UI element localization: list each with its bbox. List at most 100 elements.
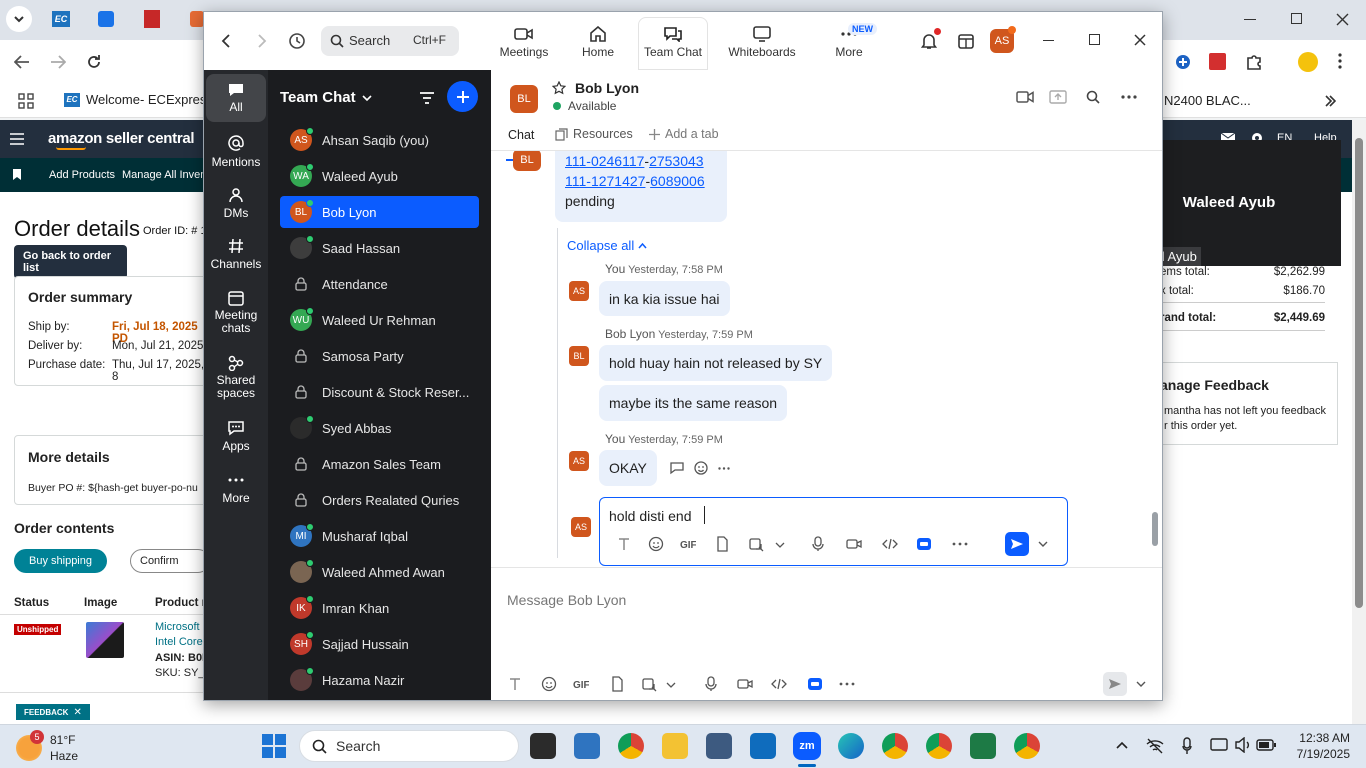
zoom-search-bar[interactable]: Search Ctrl+F: [321, 26, 459, 56]
rail-meeting-chats[interactable]: Meeting chats: [206, 290, 266, 335]
microphone-icon[interactable]: [703, 676, 719, 692]
message-bubble[interactable]: in ka kia issue hai: [599, 281, 730, 316]
screenshot-icon[interactable]: [748, 536, 764, 552]
network-off-icon[interactable]: [1146, 738, 1164, 754]
add-products-link[interactable]: Add Products: [49, 169, 115, 181]
thread-reply-input[interactable]: hold disti end: [609, 508, 695, 524]
dh-tab-icon[interactable]: [144, 10, 160, 28]
rail-channels[interactable]: Channels: [206, 238, 266, 271]
star-icon[interactable]: [552, 81, 566, 95]
shopify-tab-icon[interactable]: [190, 11, 204, 27]
battery-icon[interactable]: [1256, 739, 1276, 751]
pdf-extension-icon[interactable]: [1209, 53, 1226, 70]
message-bubble[interactable]: hold huay hain not released by SY: [599, 345, 833, 381]
video-message-icon[interactable]: [846, 536, 862, 552]
microphone-icon[interactable]: [1182, 737, 1192, 755]
tab-search-button[interactable]: [6, 6, 32, 32]
send-button[interactable]: [1103, 672, 1127, 696]
amazon-logo[interactable]: amazon seller central: [48, 130, 195, 147]
chat-list-item[interactable]: BL Bob Lyon: [280, 196, 479, 228]
video-call-icon[interactable]: [1016, 90, 1034, 104]
chat-list-item[interactable]: Samosa Party: [280, 340, 479, 372]
tab-home[interactable]: Home: [572, 12, 624, 70]
chat-scrollbar-thumb[interactable]: [1152, 512, 1158, 546]
edge-icon[interactable]: [838, 733, 864, 759]
page-scrollbar[interactable]: [1352, 120, 1366, 724]
thread-reply-box[interactable]: hold disti end GIF: [599, 497, 1068, 566]
send-options-icon[interactable]: [1136, 680, 1146, 688]
kebab-menu-icon[interactable]: [1338, 53, 1342, 69]
chat-list-item[interactable]: Saad Hassan: [280, 232, 479, 264]
profile-avatar[interactable]: [1298, 52, 1318, 72]
speaker-icon[interactable]: [1234, 737, 1252, 753]
apps-grid-icon[interactable]: [18, 93, 34, 109]
forward-arrow-icon[interactable]: [258, 34, 267, 48]
back-arrow-icon[interactable]: [221, 34, 230, 48]
file-explorer-icon[interactable]: [662, 733, 688, 759]
chat-list-item[interactable]: Discount & Stock Reser...: [280, 376, 479, 408]
confirm-shipment-button[interactable]: Confirm shipm: [130, 549, 210, 573]
chat-list-item[interactable]: Orders Realated Quries: [280, 484, 479, 516]
search-icon[interactable]: [1086, 90, 1100, 104]
more-bookmarks-icon[interactable]: [1324, 95, 1336, 107]
back-to-orders-button[interactable]: Go back to order list: [14, 245, 127, 279]
chevron-down-icon[interactable]: [663, 676, 679, 692]
zoom-app-icon[interactable]: [916, 536, 932, 552]
reload-icon[interactable]: [86, 54, 102, 70]
hamburger-menu-icon[interactable]: [10, 133, 24, 145]
rail-mentions[interactable]: Mentions: [206, 134, 266, 169]
back-arrow-icon[interactable]: [14, 55, 30, 69]
screenshot-icon[interactable]: [641, 676, 657, 692]
order-link-1a[interactable]: 111-0246117: [565, 153, 644, 169]
minimize-icon[interactable]: [1043, 40, 1054, 42]
list-header[interactable]: Team Chat: [280, 89, 372, 106]
file-icon[interactable]: [609, 676, 625, 692]
chat-list-item[interactable]: Attendance: [280, 268, 479, 300]
chat-list-item[interactable]: Hazama Nazir: [280, 664, 479, 696]
new-chat-button[interactable]: [447, 81, 478, 112]
close-icon[interactable]: ✕: [73, 707, 81, 718]
rail-shared-spaces[interactable]: Shared spaces: [206, 355, 266, 400]
send-button[interactable]: [1005, 532, 1029, 556]
gif-icon[interactable]: GIF: [680, 536, 696, 552]
more-dots-icon[interactable]: [839, 676, 855, 692]
zoom-app-icon[interactable]: zm: [793, 732, 821, 760]
chat-list-item[interactable]: SH Sajjad Hussain: [280, 628, 479, 660]
rail-apps[interactable]: Apps: [206, 420, 266, 453]
chat-list-item[interactable]: WU Waleed Ur Rehman: [280, 304, 479, 336]
code-icon[interactable]: [771, 676, 787, 692]
chat-list-item[interactable]: IK Imran Khan: [280, 592, 479, 624]
tab-more[interactable]: More NEW: [824, 12, 877, 70]
extension-icon[interactable]: [1175, 54, 1191, 70]
chrome-tab-icon[interactable]: [98, 11, 114, 27]
minimize-browser-icon[interactable]: [1244, 19, 1256, 20]
clock-time[interactable]: 12:38 AM: [1290, 731, 1350, 745]
message-bubble[interactable]: maybe its the same reason: [599, 385, 788, 421]
chat-list-item[interactable]: WA Waleed Ayub: [280, 160, 479, 192]
more-actions-icon[interactable]: [718, 467, 730, 470]
clock-date[interactable]: 7/19/2025: [1280, 747, 1350, 761]
ecexpress-tab-icon[interactable]: EC: [52, 11, 70, 27]
maximize-icon[interactable]: [1089, 34, 1100, 45]
contact-avatar[interactable]: BL: [510, 85, 538, 113]
excel-icon[interactable]: [970, 733, 996, 759]
chat-list-item[interactable]: Amazon Sales Team: [280, 448, 479, 480]
task-view-icon[interactable]: [530, 733, 556, 759]
add-tab-button[interactable]: Add a tab: [649, 127, 719, 141]
start-button[interactable]: [262, 734, 286, 758]
close-browser-icon[interactable]: [1336, 13, 1349, 26]
zoom-app-icon[interactable]: [807, 676, 823, 692]
chrome-profile-icon[interactable]: [1014, 733, 1040, 759]
more-dots-icon[interactable]: [952, 536, 968, 552]
message-bubble[interactable]: OKAY: [599, 450, 657, 486]
taskbar-search[interactable]: Search: [299, 730, 519, 762]
emoji-icon[interactable]: [541, 676, 557, 692]
compose-input[interactable]: Message Bob Lyon: [507, 592, 626, 608]
chrome-icon[interactable]: [618, 733, 644, 759]
product-link-line2[interactable]: Intel Core: [155, 636, 203, 648]
close-icon[interactable]: [1134, 34, 1146, 46]
chevron-down-icon[interactable]: [772, 536, 788, 552]
rail-dms[interactable]: DMs: [206, 187, 266, 220]
page-scrollbar-thumb[interactable]: [1355, 138, 1363, 608]
rail-more[interactable]: More: [206, 472, 266, 505]
